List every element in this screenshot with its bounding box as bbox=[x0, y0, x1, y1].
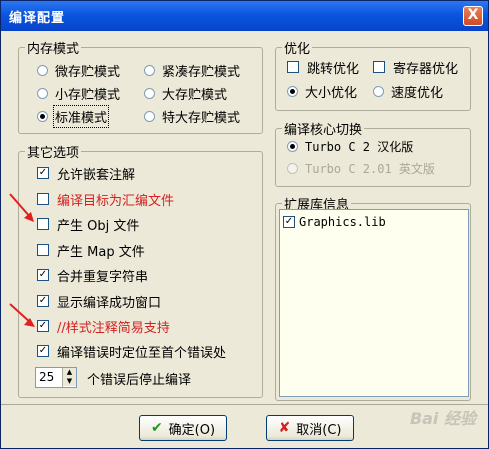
memory-mode-legend: 内存模式 bbox=[27, 42, 80, 57]
error-count-spinner[interactable]: 25 ▲ ▼ bbox=[35, 367, 77, 388]
radio-label: Turbo C 2.01 英文版 bbox=[305, 161, 435, 176]
check-icon: ✔ bbox=[150, 420, 163, 436]
ok-button[interactable]: ✔ 确定(O) bbox=[139, 415, 227, 441]
checkbox-checked[interactable]: ✓ bbox=[37, 320, 49, 332]
radio-circle-disabled[interactable] bbox=[287, 162, 298, 174]
radio-label: 特大存贮模式 bbox=[162, 110, 241, 126]
cancel-button-label: 取消(C) bbox=[296, 422, 342, 438]
radio-label: 大存贮模式 bbox=[162, 87, 228, 103]
radio-large-model[interactable]: 大存贮模式 bbox=[144, 84, 228, 103]
checkbox-label: 编译目标为汇编文件 bbox=[57, 193, 175, 209]
radio-label: 微存贮模式 bbox=[55, 64, 121, 80]
radio-compact-model[interactable]: 紧凑存贮模式 bbox=[144, 61, 241, 80]
title-bar[interactable]: 编译配置 X bbox=[1, 1, 488, 31]
error-count-value[interactable]: 25 bbox=[39, 370, 54, 384]
ok-button-label: 确定(O) bbox=[168, 422, 216, 438]
spinner-buttons: ▲ ▼ bbox=[62, 368, 76, 387]
compile-config-dialog: 编译配置 X 内存模式 微存贮模式 紧凑存贮模式 小存贮模式 大存贮模式 标准模… bbox=[0, 0, 489, 449]
radio-circle[interactable] bbox=[373, 85, 384, 97]
checkbox-unchecked[interactable] bbox=[287, 61, 299, 73]
radio-tiny-model[interactable]: 微存贮模式 bbox=[37, 61, 121, 80]
radio-circle[interactable] bbox=[37, 87, 48, 99]
check-map-file[interactable]: 产生 Map 文件 bbox=[37, 241, 145, 260]
radio-label: Turbo C 2 汉化版 bbox=[305, 139, 414, 154]
watermark: Bai 经验 bbox=[409, 409, 476, 428]
other-options-legend: 其它选项 bbox=[27, 146, 80, 161]
radio-standard-model[interactable]: 标准模式 bbox=[37, 104, 110, 128]
checkbox-unchecked[interactable] bbox=[37, 244, 49, 256]
checkbox-label: 跳转优化 bbox=[307, 61, 360, 77]
list-item[interactable]: ✓ Graphics.lib bbox=[283, 213, 386, 231]
check-goto-first-error[interactable]: ✓ 编译错误时定位至首个错误处 bbox=[37, 342, 227, 361]
checkbox-checked[interactable]: ✓ bbox=[37, 295, 49, 307]
checkbox-label: 编译错误时定位至首个错误处 bbox=[57, 345, 227, 361]
radio-circle[interactable] bbox=[144, 87, 155, 99]
check-register-optimize[interactable]: 寄存器优化 bbox=[373, 58, 459, 77]
radio-circle-selected[interactable] bbox=[287, 140, 298, 152]
checkbox-label: 显示编译成功窗口 bbox=[57, 295, 162, 311]
radio-label: 速度优化 bbox=[391, 85, 444, 101]
checkbox-checked[interactable]: ✓ bbox=[37, 269, 49, 281]
radio-circle[interactable] bbox=[144, 64, 155, 76]
cancel-button[interactable]: ✘ 取消(C) bbox=[266, 415, 354, 441]
close-button[interactable]: X bbox=[463, 6, 483, 26]
checkbox-label: //样式注释简易支持 bbox=[57, 320, 170, 336]
checkbox-checked[interactable]: ✓ bbox=[37, 167, 49, 179]
window-title: 编译配置 bbox=[9, 11, 66, 26]
annotation-arrow-icon bbox=[9, 193, 34, 222]
radio-huge-model[interactable]: 特大存贮模式 bbox=[144, 107, 241, 126]
cross-icon: ✘ bbox=[278, 420, 291, 436]
radio-turbo-c201[interactable]: Turbo C 2.01 英文版 bbox=[287, 159, 435, 177]
check-nested-comments[interactable]: ✓ 允许嵌套注解 bbox=[37, 164, 136, 183]
checkbox-checked[interactable]: ✓ bbox=[283, 216, 295, 228]
check-obj-file[interactable]: 产生 Obj 文件 bbox=[37, 215, 140, 234]
spin-down-icon[interactable]: ▼ bbox=[63, 377, 76, 386]
radio-size-optimize[interactable]: 大小优化 bbox=[287, 82, 358, 101]
radio-label: 标准模式 bbox=[52, 104, 110, 128]
check-merge-strings[interactable]: ✓ 合并重复字符串 bbox=[37, 266, 149, 285]
radio-circle[interactable] bbox=[144, 110, 155, 122]
checkbox-checked[interactable]: ✓ bbox=[37, 345, 49, 357]
checkbox-unchecked[interactable] bbox=[373, 61, 385, 73]
check-success-window[interactable]: ✓ 显示编译成功窗口 bbox=[37, 292, 162, 311]
compiler-core-legend: 编译核心切换 bbox=[284, 123, 363, 138]
radio-turbo-c2[interactable]: Turbo C 2 汉化版 bbox=[287, 137, 413, 155]
radio-circle[interactable] bbox=[37, 64, 48, 76]
check-cpp-comments[interactable]: ✓ //样式注释简易支持 bbox=[37, 317, 170, 336]
error-limit-label: 个错误后停止编译 bbox=[87, 372, 192, 388]
checkbox-label: 允许嵌套注解 bbox=[57, 167, 136, 183]
radio-circle-selected[interactable] bbox=[287, 85, 298, 97]
extension-lib-list[interactable]: ✓ Graphics.lib bbox=[279, 209, 469, 397]
checkbox-unchecked[interactable] bbox=[37, 193, 49, 205]
annotation-arrow-icon bbox=[9, 303, 35, 327]
optimize-legend: 优化 bbox=[284, 42, 311, 57]
list-item-label: Graphics.lib bbox=[299, 215, 386, 229]
radio-small-model[interactable]: 小存贮模式 bbox=[37, 84, 121, 103]
checkbox-label: 产生 Obj 文件 bbox=[57, 218, 140, 234]
radio-circle-selected[interactable] bbox=[37, 110, 48, 122]
checkbox-unchecked[interactable] bbox=[37, 218, 49, 230]
checkbox-label: 寄存器优化 bbox=[393, 61, 459, 77]
radio-label: 大小优化 bbox=[305, 85, 358, 101]
checkbox-label: 产生 Map 文件 bbox=[57, 244, 145, 260]
spin-up-icon[interactable]: ▲ bbox=[63, 368, 76, 377]
check-asm-target[interactable]: 编译目标为汇编文件 bbox=[37, 190, 175, 209]
radio-speed-optimize[interactable]: 速度优化 bbox=[373, 82, 444, 101]
radio-label: 紧凑存贮模式 bbox=[162, 64, 241, 80]
radio-label: 小存贮模式 bbox=[55, 87, 121, 103]
checkbox-label: 合并重复字符串 bbox=[57, 269, 149, 285]
check-jump-optimize[interactable]: 跳转优化 bbox=[287, 58, 360, 77]
